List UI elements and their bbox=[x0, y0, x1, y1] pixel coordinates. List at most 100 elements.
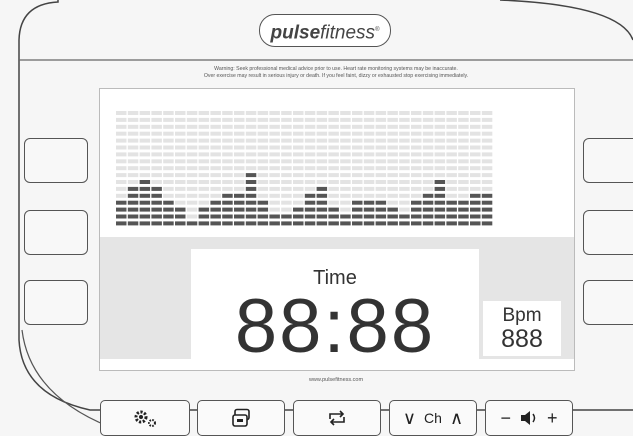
lit-segment bbox=[234, 221, 245, 226]
unlit-segment bbox=[340, 159, 351, 164]
unlit-segment bbox=[387, 180, 398, 184]
unlit-segment bbox=[328, 152, 339, 157]
left-button-3[interactable] bbox=[24, 280, 88, 325]
warning-line-2: Over exercise may result in serious inju… bbox=[203, 72, 469, 79]
unlit-segment bbox=[375, 166, 387, 171]
unlit-segment bbox=[281, 173, 292, 178]
unlit-segment bbox=[210, 173, 221, 178]
unlit-segment bbox=[198, 117, 210, 122]
lit-segment bbox=[127, 207, 139, 212]
channel-up-icon[interactable]: ∧ bbox=[450, 409, 463, 427]
lit-segment bbox=[481, 207, 493, 212]
lit-segment bbox=[198, 221, 210, 226]
heart-rate-panel: Bpm 888 bbox=[483, 301, 561, 356]
lit-segment bbox=[222, 193, 233, 198]
unlit-segment bbox=[434, 124, 446, 129]
unlit-segment bbox=[399, 200, 410, 205]
volume-control[interactable]: − + bbox=[485, 400, 573, 436]
display-mode-button[interactable] bbox=[197, 400, 285, 436]
unlit-segment bbox=[139, 145, 151, 150]
profile-column bbox=[198, 111, 210, 226]
unlit-segment bbox=[269, 145, 280, 150]
unlit-segment bbox=[151, 166, 162, 171]
unlit-segment bbox=[198, 180, 210, 184]
unlit-segment bbox=[316, 145, 328, 150]
volume-up-icon[interactable]: + bbox=[547, 409, 558, 427]
lit-segment bbox=[116, 200, 127, 205]
unlit-segment bbox=[186, 131, 198, 136]
unlit-segment bbox=[304, 186, 316, 191]
unlit-segment bbox=[234, 180, 245, 184]
unlit-segment bbox=[175, 145, 186, 150]
unlit-segment bbox=[375, 173, 387, 178]
console: pulsefitness® Warning: Seek professional… bbox=[0, 0, 633, 436]
lit-segment bbox=[151, 214, 162, 219]
unlit-segment bbox=[281, 111, 292, 115]
unlit-segment bbox=[363, 166, 375, 171]
unlit-segment bbox=[186, 166, 198, 171]
unlit-segment bbox=[139, 173, 151, 178]
unlit-segment bbox=[316, 111, 328, 115]
unlit-segment bbox=[163, 173, 174, 178]
unlit-segment bbox=[411, 180, 422, 184]
right-button-3[interactable] bbox=[583, 280, 633, 325]
unlit-segment bbox=[257, 166, 269, 171]
lit-segment bbox=[316, 193, 328, 198]
unlit-segment bbox=[163, 159, 174, 164]
lit-segment bbox=[399, 214, 410, 219]
unlit-segment bbox=[186, 138, 198, 143]
lit-segment bbox=[139, 186, 151, 191]
unlit-segment bbox=[293, 166, 304, 171]
lit-segment bbox=[352, 200, 363, 205]
unlit-segment bbox=[340, 193, 351, 198]
unlit-segment bbox=[434, 117, 446, 122]
unlit-segment bbox=[411, 159, 422, 164]
unlit-segment bbox=[163, 117, 174, 122]
unlit-segment bbox=[186, 145, 198, 150]
right-button-1[interactable] bbox=[583, 138, 633, 183]
unlit-segment bbox=[186, 214, 198, 219]
unlit-segment bbox=[293, 138, 304, 143]
lit-segment bbox=[446, 221, 457, 226]
unlit-segment bbox=[411, 173, 422, 178]
unlit-segment bbox=[422, 180, 434, 184]
left-button-2[interactable] bbox=[24, 210, 88, 255]
unlit-segment bbox=[434, 159, 446, 164]
lit-segment bbox=[434, 193, 446, 198]
unlit-segment bbox=[186, 152, 198, 157]
unlit-segment bbox=[363, 180, 375, 184]
channel-control[interactable]: ∨ Ch ∧ bbox=[389, 400, 477, 436]
unlit-segment bbox=[234, 138, 245, 143]
unlit-segment bbox=[222, 173, 233, 178]
repeat-button[interactable] bbox=[293, 400, 381, 436]
unlit-segment bbox=[210, 138, 221, 143]
unlit-segment bbox=[352, 117, 363, 122]
lit-segment bbox=[245, 207, 257, 212]
lit-segment bbox=[434, 207, 446, 212]
lit-segment bbox=[422, 221, 434, 226]
profile-column bbox=[411, 111, 422, 226]
lit-segment bbox=[434, 221, 446, 226]
channel-label: Ch bbox=[424, 410, 442, 426]
unlit-segment bbox=[116, 186, 127, 191]
unlit-segment bbox=[352, 145, 363, 150]
volume-down-icon[interactable]: − bbox=[500, 409, 511, 427]
unlit-segment bbox=[257, 186, 269, 191]
profile-column bbox=[375, 111, 387, 226]
profile-column bbox=[352, 111, 363, 226]
unlit-segment bbox=[352, 166, 363, 171]
profile-column bbox=[281, 111, 292, 226]
profile-column bbox=[387, 111, 398, 226]
unlit-segment bbox=[222, 180, 233, 184]
settings-button[interactable] bbox=[100, 400, 190, 436]
unlit-segment bbox=[175, 193, 186, 198]
unlit-segment bbox=[470, 173, 481, 178]
channel-down-icon[interactable]: ∨ bbox=[403, 409, 416, 427]
right-button-2[interactable] bbox=[583, 210, 633, 255]
left-button-1[interactable] bbox=[24, 138, 88, 183]
unlit-segment bbox=[458, 152, 469, 157]
lit-segment bbox=[245, 173, 257, 178]
unlit-segment bbox=[304, 145, 316, 150]
lit-segment bbox=[210, 214, 221, 219]
unlit-segment bbox=[139, 138, 151, 143]
